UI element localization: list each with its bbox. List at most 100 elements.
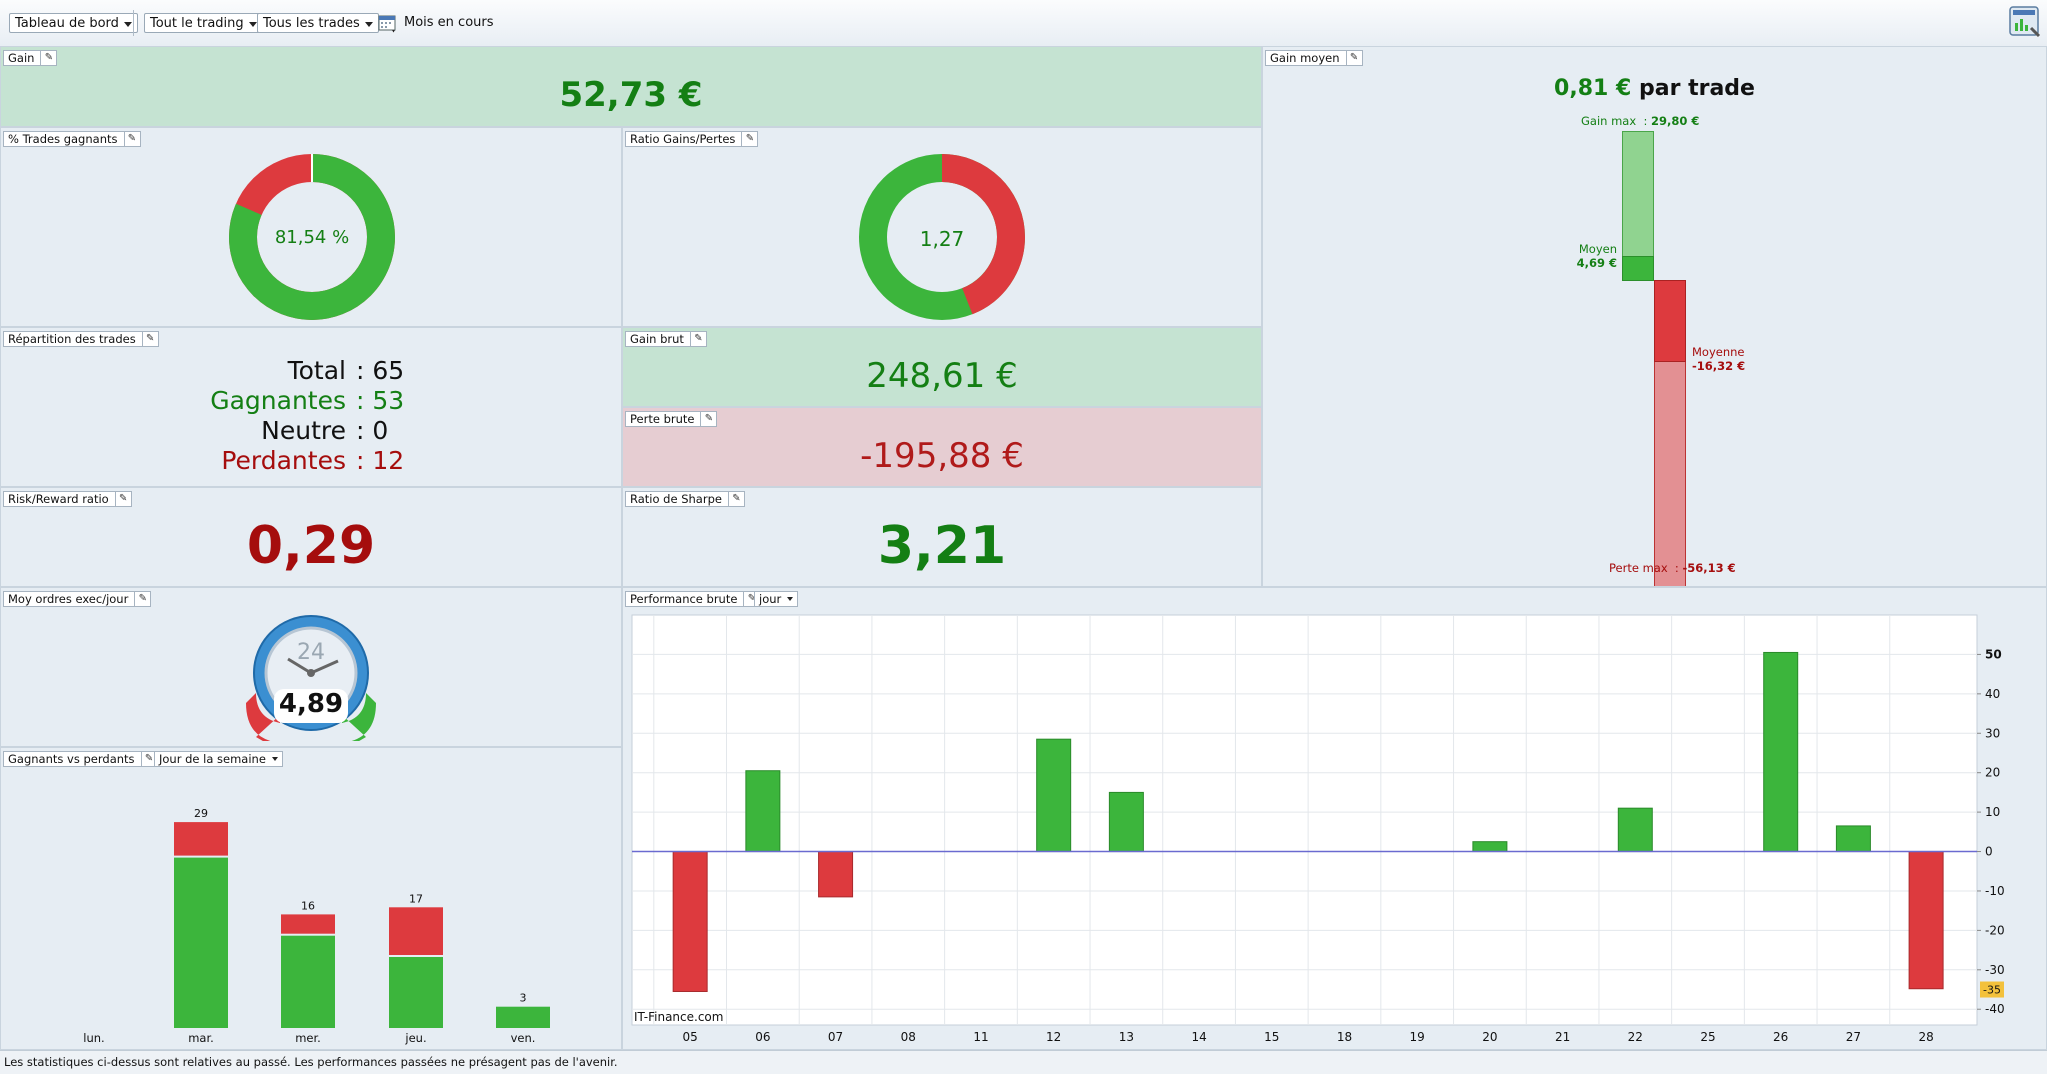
- orders-value: 4,89: [278, 689, 344, 719]
- winners-bar: [496, 1006, 550, 1028]
- win-pct-header[interactable]: % Trades gagnants ✎: [3, 131, 141, 147]
- loss-max-label: Perte max: [1609, 561, 1668, 575]
- loss-avg-value: -16,32 €: [1692, 359, 1746, 373]
- win-pct-label: 81,54 %: [274, 227, 350, 248]
- bar-total-label: 29: [194, 807, 208, 820]
- loss-avg-caption: Moyenne -16,32 €: [1692, 345, 1745, 373]
- avg-gain-title: Gain moyen: [1270, 51, 1340, 65]
- sharpe-panel: Ratio de Sharpe ✎ 3,21: [622, 487, 1262, 587]
- ratio-panel: Ratio Gains/Pertes ✎ 1,27: [622, 127, 1262, 327]
- x-tick-label: 25: [1700, 1030, 1715, 1044]
- winners-losers-header[interactable]: Gagnants vs perdants ✎: [3, 751, 158, 767]
- row-label: Perdantes: [221, 446, 346, 475]
- bar-total-label: 17: [409, 892, 423, 905]
- distribution-list: Total: 65 Gagnantes: 53 Neutre: 0 Perdan…: [76, 356, 526, 476]
- clock-icon: 24: [246, 615, 376, 741]
- gain-max-value: 29,80 €: [1651, 114, 1700, 128]
- wrench-icon[interactable]: ✎: [114, 491, 131, 507]
- x-tick-label: 11: [973, 1030, 988, 1044]
- wrench-icon[interactable]: ✎: [727, 491, 744, 507]
- performance-bar: [1108, 791, 1144, 853]
- row-value: : 0: [356, 416, 389, 445]
- y-tick-label: 50: [1985, 647, 2002, 661]
- clock-number: 24: [297, 640, 325, 665]
- gain-max-label: Gain max: [1581, 114, 1637, 128]
- avg-gain-header[interactable]: Gain moyen ✎: [1265, 50, 1363, 66]
- gain-title: Gain: [8, 51, 35, 65]
- gain-avg-label: Moyen: [1578, 242, 1617, 256]
- settings-dashboard-icon[interactable]: [2009, 6, 2041, 40]
- avg-gain-headline: 0,81 € par trade: [1263, 76, 2046, 101]
- y-tick-label: 30: [1985, 726, 2000, 740]
- trading-dropdown[interactable]: Tout le trading: [144, 13, 263, 33]
- distribution-row-total: Total: 65: [76, 356, 526, 386]
- trades-dropdown[interactable]: Tous les trades: [257, 13, 379, 33]
- trades-dropdown-label: Tous les trades: [263, 16, 360, 31]
- x-tick-label: lun.: [83, 1031, 104, 1045]
- x-tick-label: 15: [1264, 1030, 1279, 1044]
- x-tick-label: 18: [1337, 1030, 1352, 1044]
- performance-bar: [1617, 807, 1653, 853]
- trading-dropdown-label: Tout le trading: [150, 16, 244, 31]
- x-tick-label: 19: [1410, 1030, 1425, 1044]
- avg-gain-panel: Gain moyen ✎ 0,81 € par trade Gain max : …: [1262, 46, 2047, 587]
- wrench-icon[interactable]: ✎: [40, 50, 56, 66]
- x-tick-label: 13: [1119, 1030, 1134, 1044]
- chevron-down-icon: [248, 22, 257, 27]
- row-label: Neutre: [261, 416, 346, 445]
- ratio-label: 1,27: [919, 227, 965, 251]
- x-tick-label: ven.: [511, 1031, 536, 1045]
- period-label[interactable]: Mois en cours: [404, 15, 494, 30]
- wrench-icon[interactable]: ✎: [141, 331, 158, 347]
- x-tick-label: jeu.: [404, 1031, 426, 1045]
- winners-bar: [174, 857, 228, 1028]
- bar-total-label: 3: [520, 992, 527, 1005]
- gross-loss-header[interactable]: Perte brute ✎: [625, 411, 718, 427]
- x-tick-label: 14: [1191, 1030, 1206, 1044]
- wrench-icon[interactable]: ✎: [1345, 50, 1362, 66]
- winners-losers-chart: lun. 29 mar. 16 mer. 17 jeu. 3 ven.: [83, 807, 550, 1045]
- loss-avg-label: Moyenne: [1692, 345, 1745, 359]
- loss-max-caption: Perte max : -56,13 €: [1609, 561, 1736, 575]
- x-tick-label: 07: [828, 1030, 843, 1044]
- y-tick-label: 0: [1985, 845, 1993, 859]
- wrench-icon[interactable]: ✎: [741, 131, 757, 147]
- chevron-down-icon: [364, 22, 373, 27]
- gross-gain-header[interactable]: Gain brut ✎: [625, 331, 707, 347]
- winners-bar: [281, 935, 335, 1028]
- row-label: Gagnantes: [210, 386, 346, 415]
- performance-panel: Performance brute ✎ jour 50 40 30 20 10 0 -10 -2…: [622, 587, 2047, 1050]
- distribution-row-neutral: Neutre : 0: [76, 416, 526, 446]
- sharpe-header[interactable]: Ratio de Sharpe ✎: [625, 491, 745, 507]
- orders-header[interactable]: Moy ordres exec/jour ✎: [3, 591, 152, 607]
- orders-panel: Moy ordres exec/jour ✎ 24 4,89: [0, 587, 622, 747]
- gain-max-caption: Gain max : 29,80 €: [1581, 114, 1700, 128]
- wrench-icon[interactable]: ✎: [689, 331, 706, 347]
- row-value: : 12: [356, 446, 405, 475]
- risk-reward-title: Risk/Reward ratio: [8, 492, 109, 506]
- current-value-label: -35: [1983, 984, 2001, 997]
- winners-losers-mode-dropdown[interactable]: Jour de la semaine: [154, 751, 283, 767]
- risk-reward-panel: Risk/Reward ratio ✎ 0,29: [0, 487, 622, 587]
- winners-losers-title: Gagnants vs perdants: [8, 752, 135, 766]
- x-tick-label: 08: [901, 1030, 916, 1044]
- winners-bar: [389, 957, 443, 1028]
- gain-header[interactable]: Gain ✎: [3, 50, 58, 66]
- toolbar-separator: [133, 10, 134, 36]
- watermark: IT-Finance.com: [634, 1010, 723, 1024]
- dashboard-dropdown[interactable]: Tableau de bord: [9, 13, 138, 33]
- wrench-icon[interactable]: ✎: [123, 131, 140, 147]
- x-tick-label: 28: [1918, 1030, 1933, 1044]
- distribution-header[interactable]: Répartition des trades ✎: [3, 331, 159, 347]
- losers-bar: [389, 907, 443, 955]
- chevron-down-icon: [123, 22, 132, 27]
- x-tick-label: 12: [1046, 1030, 1061, 1044]
- ratio-header[interactable]: Ratio Gains/Pertes ✎: [625, 131, 759, 147]
- calendar-icon[interactable]: [378, 14, 398, 34]
- wrench-icon[interactable]: ✎: [700, 411, 716, 427]
- wrench-icon[interactable]: ✎: [134, 591, 150, 607]
- risk-reward-header[interactable]: Risk/Reward ratio ✎: [3, 491, 132, 507]
- ratio-title: Ratio Gains/Pertes: [630, 132, 736, 146]
- bar-total-label: 16: [301, 899, 315, 912]
- avg-gain-suffix: par trade: [1638, 76, 1755, 101]
